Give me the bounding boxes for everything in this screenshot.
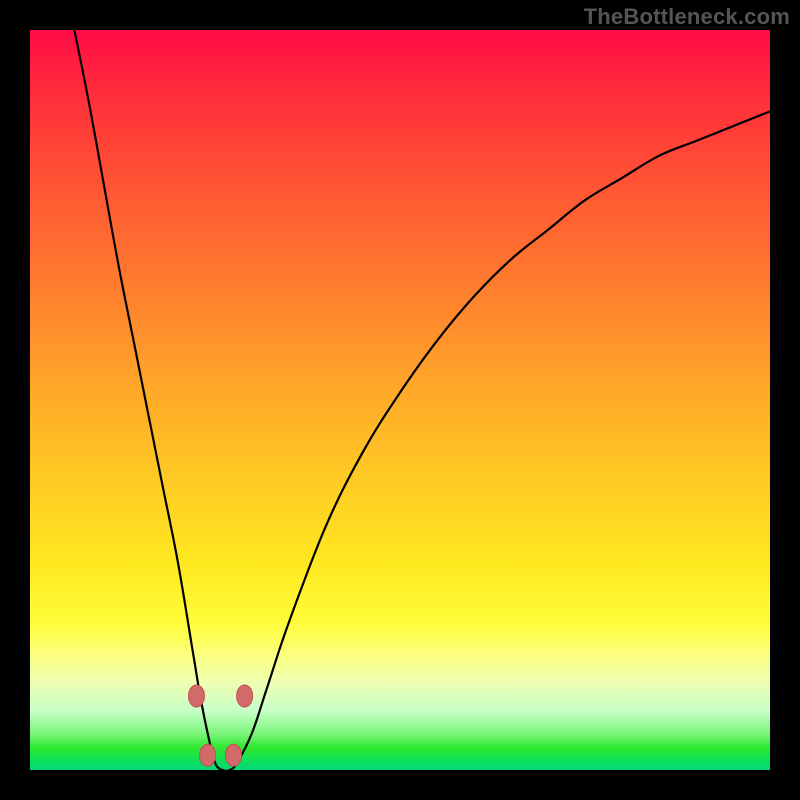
curve-marker — [237, 685, 253, 707]
curve-markers — [189, 685, 253, 766]
curve-marker — [200, 744, 216, 766]
bottleneck-curve — [74, 30, 770, 770]
curve-marker — [226, 744, 242, 766]
plot-area — [30, 30, 770, 770]
chart-frame: TheBottleneck.com — [0, 0, 800, 800]
watermark-text: TheBottleneck.com — [584, 4, 790, 30]
curve-svg — [30, 30, 770, 770]
curve-marker — [189, 685, 205, 707]
